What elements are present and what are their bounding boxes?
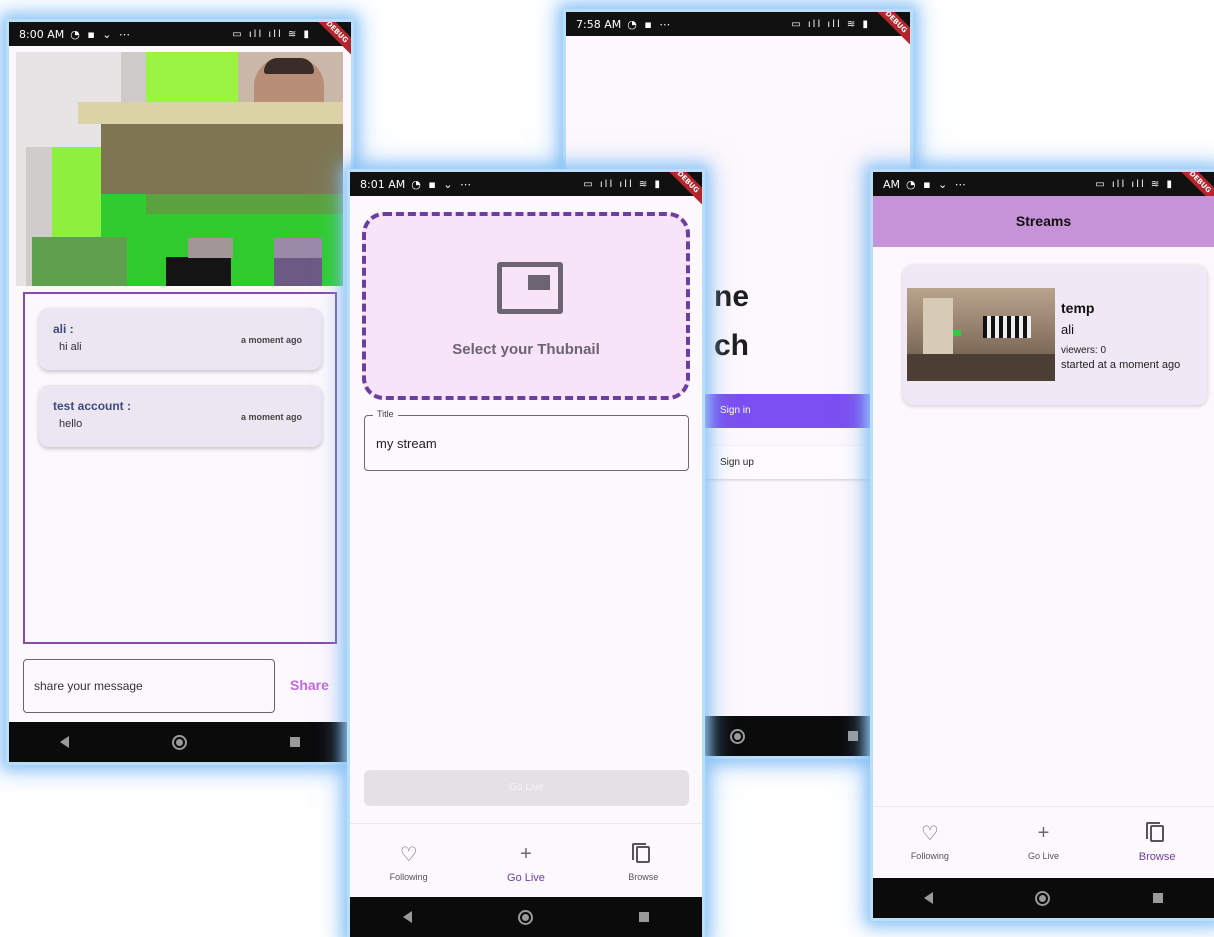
status-right-icons: ▭ ıll ıll ≋ ▮ <box>583 178 662 190</box>
sign-in-button[interactable]: Sign in <box>702 394 891 428</box>
thumbnail-label: Select your Thubnail <box>452 341 600 358</box>
nav-tab-go-live[interactable]: + Go Live <box>481 824 571 897</box>
android-nav-bar <box>873 878 1214 918</box>
status-time: 7:58 AM <box>576 17 622 31</box>
nav-tab-following[interactable]: ♡ Following <box>364 824 454 897</box>
nav-back-icon[interactable] <box>924 892 934 904</box>
streams-screen: AM ◔ ▪ ⌄ ⋯ ▭ ıll ıll ≋ ▮ DEBUG Streams t… <box>873 172 1214 918</box>
welcome-heading-line1: ne <box>714 280 750 313</box>
plus-icon: + <box>520 842 532 865</box>
nav-recents-icon[interactable] <box>1152 893 1163 903</box>
nav-back-icon[interactable] <box>403 911 412 923</box>
chat-message: ali : hi ali a moment ago <box>39 308 322 370</box>
message-time: a moment ago <box>240 412 302 422</box>
title-input-value: my stream <box>376 436 437 451</box>
status-left-icons: ◔ ▪ ⌄ ⋯ <box>906 177 968 191</box>
bottom-navigation: ♡ Following + Go Live Browse <box>873 806 1214 877</box>
bottom-navigation: ♡ Following + Go Live Browse <box>350 823 702 897</box>
status-bar: 7:58 AM ◔ ▪ ⋯ ▭ ıll ıll ≋ ▮ DEBUG <box>566 12 910 47</box>
nav-tab-go-live[interactable]: + Go Live <box>998 807 1088 877</box>
app-bar-title: Streams <box>873 196 1214 247</box>
debug-banner: DEBUG <box>312 22 351 57</box>
nav-tab-browse[interactable]: Browse <box>598 824 688 897</box>
message-author: ali : <box>53 322 74 336</box>
nav-back-icon[interactable] <box>60 736 70 748</box>
stream-title: temp <box>1061 300 1095 316</box>
thumbnail-picker[interactable]: Select your Thubnail <box>362 212 690 400</box>
debug-banner: DEBUG <box>871 12 910 47</box>
status-time: 8:00 AM <box>19 27 65 41</box>
message-input[interactable]: share your message <box>23 659 275 713</box>
heart-outline-icon: ♡ <box>920 822 939 845</box>
status-right-icons: ▭ ıll ıll ≋ ▮ <box>232 28 311 40</box>
status-left-icons: ◔ ▪ ⌄ ⋯ <box>411 177 473 191</box>
title-input[interactable]: Title my stream <box>364 409 689 471</box>
message-author: test account : <box>53 399 132 413</box>
copy-icon <box>598 842 688 866</box>
stream-card[interactable]: temp ali viewers: 0 started at a moment … <box>903 265 1207 405</box>
nav-tab-label: Following <box>910 851 949 861</box>
nav-home-icon[interactable] <box>518 909 533 925</box>
status-left-icons: ◔ ▪ ⌄ ⋯ <box>70 27 132 41</box>
nav-home-icon[interactable] <box>1035 890 1051 906</box>
android-nav-bar <box>9 722 351 762</box>
nav-tab-label: Browse <box>1138 851 1176 863</box>
status-right-icons: ▭ ıll ıll ≋ ▮ <box>1095 178 1174 190</box>
android-nav-bar <box>350 897 702 937</box>
nav-tab-browse[interactable]: Browse <box>1112 807 1202 877</box>
message-time: a moment ago <box>240 335 302 345</box>
nav-tab-label: Following <box>389 872 428 882</box>
go-live-screen: 8:01 AM ◔ ▪ ⌄ ⋯ ▭ ıll ıll ≋ ▮ DEBUG Sele… <box>350 172 702 937</box>
status-bar: 8:00 AM ◔ ▪ ⌄ ⋯ ▭ ıll ıll ≋ ▮ DEBUG <box>9 22 351 57</box>
copy-icon <box>1112 821 1202 845</box>
status-left-icons: ◔ ▪ ⋯ <box>627 17 673 31</box>
nav-recents-icon[interactable] <box>289 737 300 747</box>
title-input-label: Title <box>373 409 398 419</box>
stream-viewers: viewers: 0 <box>1061 345 1107 356</box>
go-live-button[interactable]: Go Live <box>364 770 689 806</box>
chat-message: test account : hello a moment ago <box>39 385 322 447</box>
nav-recents-icon[interactable] <box>639 912 649 922</box>
debug-banner: DEBUG <box>663 172 702 207</box>
plus-icon: + <box>1037 821 1050 844</box>
picture-icon <box>497 262 563 314</box>
share-button[interactable]: Share <box>290 677 329 693</box>
nav-home-icon[interactable] <box>729 728 745 744</box>
stream-started: started at a moment ago <box>1061 359 1181 371</box>
nav-tab-label: Go Live <box>1027 851 1059 861</box>
status-bar: 8:01 AM ◔ ▪ ⌄ ⋯ ▭ ıll ıll ≋ ▮ DEBUG <box>350 172 702 207</box>
screenshot-collage: 7:58 AM ◔ ▪ ⋯ ▭ ıll ıll ≋ ▮ DEBUG ne ch … <box>0 0 1214 937</box>
nav-tab-label: Go Live <box>507 872 545 884</box>
live-video-view <box>16 52 343 286</box>
heart-outline-icon: ♡ <box>399 843 418 866</box>
stream-thumbnail <box>907 288 1055 381</box>
welcome-heading-line2: ch <box>714 329 750 362</box>
nav-home-icon[interactable] <box>171 734 187 750</box>
nav-tab-following[interactable]: ♡ Following <box>885 807 975 877</box>
nav-recents-icon[interactable] <box>848 731 859 741</box>
status-bar: AM ◔ ▪ ⌄ ⋯ ▭ ıll ıll ≋ ▮ DEBUG <box>873 172 1214 207</box>
chat-messages-panel[interactable]: ali : hi ali a moment ago test account :… <box>23 292 337 644</box>
nav-tab-label: Browse <box>628 872 659 882</box>
stream-user: ali <box>1061 322 1075 337</box>
status-time: 8:01 AM <box>360 177 406 191</box>
chat-screen: 8:00 AM ◔ ▪ ⌄ ⋯ ▭ ıll ıll ≋ ▮ DEBUG ali … <box>9 22 351 762</box>
status-right-icons: ▭ ıll ıll ≋ ▮ <box>791 18 870 30</box>
status-time: AM <box>883 177 901 191</box>
sign-up-button[interactable]: Sign up <box>702 446 891 479</box>
